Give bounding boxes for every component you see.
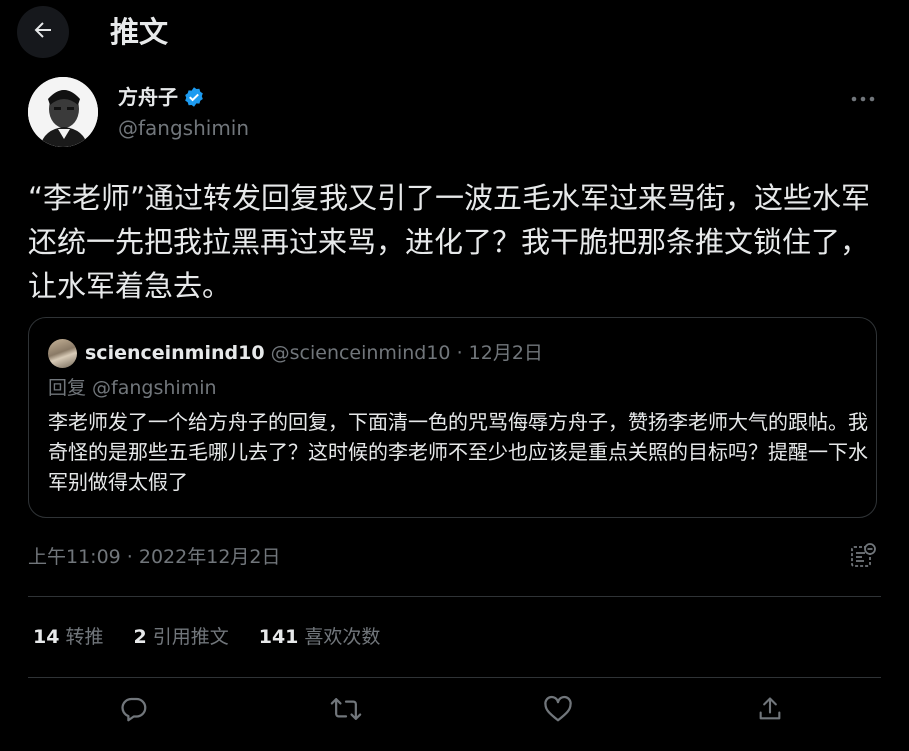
- quoted-date: 12月2日: [468, 342, 543, 364]
- quoted-author-handle: @scienceinmind10: [270, 342, 451, 364]
- quoted-text: 李老师发了一个给方舟子的回复，下面清一色的咒骂侮辱方舟子，赞扬李老师大气的跟帖。…: [48, 410, 868, 494]
- verified-badge-icon: [183, 86, 205, 108]
- quotes-label: 引用推文: [152, 626, 229, 648]
- share-button[interactable]: [750, 691, 790, 731]
- quoted-separator: ·: [456, 342, 463, 364]
- tweet-detail-page: 推文 方舟子 @fangshimin “李老师”通过转发回复我又引了一波五毛水军…: [0, 0, 909, 751]
- avatar[interactable]: [28, 77, 98, 147]
- quoted-header: scienceinmind10 @scienceinmind10 · 12月2日: [85, 340, 543, 366]
- retweets-count: 14: [33, 626, 60, 648]
- reply-icon: [119, 694, 149, 728]
- divider: [28, 596, 881, 597]
- author-name[interactable]: 方舟子: [118, 84, 178, 110]
- retweets-label: 转推: [65, 626, 104, 648]
- share-icon: [756, 695, 784, 727]
- more-options-button[interactable]: [844, 84, 882, 110]
- more-horizontal-icon: [850, 88, 876, 107]
- analytics-icon: [849, 542, 877, 574]
- arrow-left-icon: [31, 18, 55, 46]
- quoted-author-name: scienceinmind10: [85, 342, 265, 364]
- retweet-icon: [330, 694, 362, 728]
- quoted-avatar: [48, 339, 77, 368]
- page-title: 推文: [110, 15, 169, 49]
- engagement-stats: 14 转推 2 引用推文 141 喜欢次数: [33, 622, 410, 652]
- quoted-tweet[interactable]: scienceinmind10 @scienceinmind10 · 12月2日…: [28, 317, 877, 518]
- like-icon: [543, 695, 573, 727]
- author-name-row[interactable]: 方舟子: [118, 84, 205, 110]
- retweets-stat[interactable]: 14 转推: [33, 623, 103, 651]
- quoted-reply-to: 回复 @fangshimin: [48, 377, 217, 399]
- author-handle[interactable]: @fangshimin: [118, 115, 249, 141]
- analytics-button[interactable]: [846, 541, 880, 575]
- tweet-timestamp[interactable]: 上午11:09 · 2022年12月2日: [28, 543, 281, 571]
- reply-button[interactable]: [114, 691, 154, 731]
- divider: [28, 677, 881, 678]
- likes-label: 喜欢次数: [304, 626, 381, 648]
- like-button[interactable]: [538, 691, 578, 731]
- back-button[interactable]: [17, 6, 69, 58]
- likes-stat[interactable]: 141 喜欢次数: [259, 623, 381, 651]
- quotes-count: 2: [133, 626, 147, 648]
- likes-count: 141: [258, 626, 299, 648]
- quotes-stat[interactable]: 2 引用推文: [133, 623, 228, 651]
- retweet-button[interactable]: [326, 691, 366, 731]
- tweet-text: “李老师”通过转发回复我又引了一波五毛水军过来骂街，这些水军还统一先把我拉黑再过…: [28, 181, 871, 303]
- header: 推文: [0, 0, 909, 68]
